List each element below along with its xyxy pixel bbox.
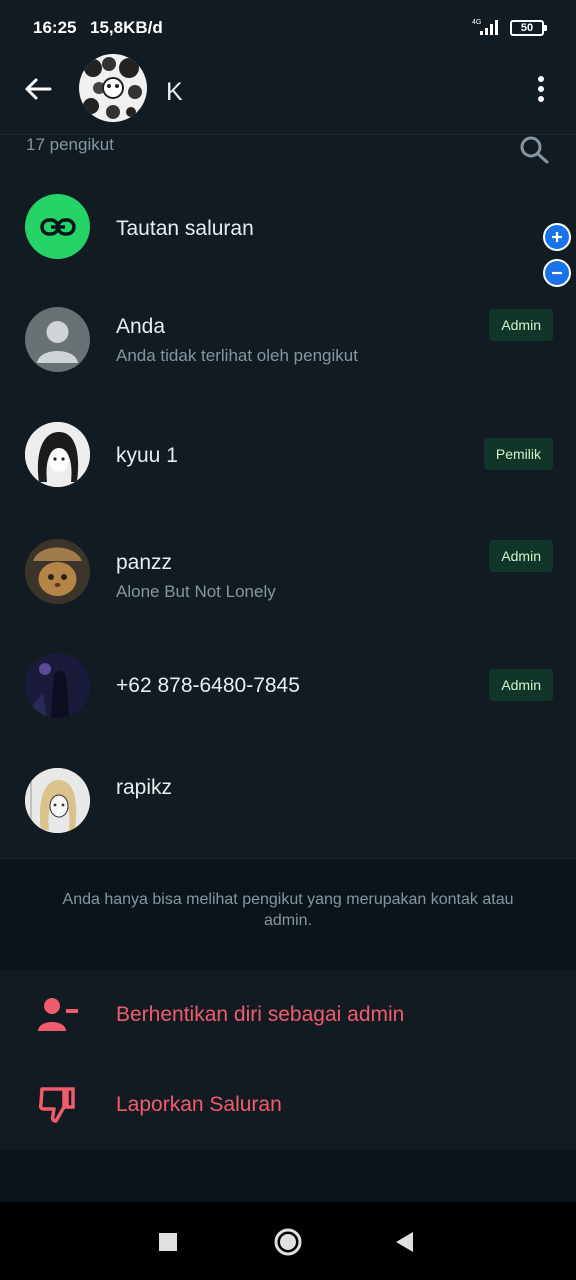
followers-header: 17 pengikut — [0, 134, 576, 172]
status-time: 16:25 — [33, 18, 77, 37]
circle-icon — [274, 1228, 302, 1256]
role-badge: Admin — [489, 309, 553, 341]
followers-list: Tautan saluran Anda Anda tidak terlihat … — [0, 172, 576, 858]
role-badge: Admin — [489, 540, 553, 572]
member-name: panzz — [116, 551, 173, 574]
remove-person-icon — [38, 998, 78, 1031]
search-button[interactable] — [518, 135, 554, 165]
battery-level: 50 — [520, 22, 534, 34]
avatar — [25, 768, 90, 833]
network-type-label: 4G — [472, 19, 481, 26]
avatar — [25, 307, 90, 372]
avatar — [25, 653, 90, 718]
member-subtitle: Anda tidak terlihat oleh pengikut — [116, 346, 358, 365]
nav-back-button[interactable] — [386, 1224, 422, 1260]
avatar-image — [25, 653, 90, 718]
report-channel-button[interactable]: Laporkan Saluran — [0, 1060, 576, 1150]
channel-actions: Berhentikan diri sebagai admin Laporkan … — [0, 970, 576, 1150]
more-options-button[interactable] — [524, 72, 558, 106]
minus-icon — [552, 271, 562, 275]
zoom-out-button[interactable] — [543, 259, 571, 287]
avatar-image — [25, 539, 90, 604]
member-row[interactable]: +62 878-6480-7845 Admin — [0, 652, 576, 767]
default-person-icon — [37, 321, 78, 363]
member-subtitle: Alone But Not Lonely — [116, 582, 276, 601]
role-badge: Admin — [489, 669, 553, 701]
member-row[interactable]: rapikz — [0, 767, 576, 858]
home-button[interactable] — [270, 1224, 306, 1260]
member-name: rapikz — [116, 776, 173, 799]
status-network-speed: 15,8KB/d — [90, 18, 163, 37]
avatar-image — [25, 422, 90, 487]
channel-link-row[interactable]: Tautan saluran — [0, 172, 576, 284]
member-name: kyuu 1 — [116, 444, 178, 467]
avatar-image — [25, 768, 90, 833]
status-bar: 16:25 15,8KB/d 4G 50 — [0, 0, 576, 56]
avatar — [25, 422, 90, 487]
arrow-left-icon — [25, 78, 52, 100]
channel-link-label: Tautan saluran — [116, 217, 254, 240]
link-icon — [39, 217, 76, 236]
thumbs-down-icon — [38, 1087, 75, 1123]
avatar — [25, 539, 90, 604]
more-vertical-icon — [538, 76, 544, 102]
zoom-in-button[interactable] — [543, 223, 571, 251]
channel-name[interactable]: K — [166, 78, 183, 107]
recents-button[interactable] — [150, 1224, 186, 1260]
channel-avatar[interactable] — [79, 54, 147, 122]
member-row[interactable]: kyuu 1 Pemilik — [0, 414, 576, 539]
role-badge: Pemilik — [483, 438, 553, 470]
signal-icon: 4G — [472, 19, 498, 35]
follower-count: 17 pengikut — [26, 135, 114, 154]
link-icon-circle — [25, 194, 90, 259]
plus-icon — [552, 232, 562, 242]
back-button[interactable] — [18, 69, 58, 109]
dismiss-admin-label: Berhentikan diri sebagai admin — [116, 1003, 405, 1026]
search-icon — [520, 136, 549, 164]
battery-icon: 50 — [510, 20, 547, 36]
dismiss-admin-button[interactable]: Berhentikan diri sebagai admin — [0, 970, 576, 1060]
member-row[interactable]: panzz Alone But Not Lonely Admin — [0, 539, 576, 652]
report-channel-label: Laporkan Saluran — [116, 1093, 282, 1116]
member-name: +62 878-6480-7845 — [116, 674, 300, 697]
system-nav-bar — [0, 1202, 576, 1280]
triangle-back-icon — [396, 1232, 413, 1252]
channel-avatar-image — [79, 54, 147, 122]
member-name: Anda — [116, 315, 166, 338]
member-row[interactable]: Anda Anda tidak terlihat oleh pengikut A… — [0, 284, 576, 414]
followers-visibility-note: Anda hanya bisa melihat pengikut yang me… — [0, 858, 576, 958]
square-icon — [159, 1233, 177, 1251]
